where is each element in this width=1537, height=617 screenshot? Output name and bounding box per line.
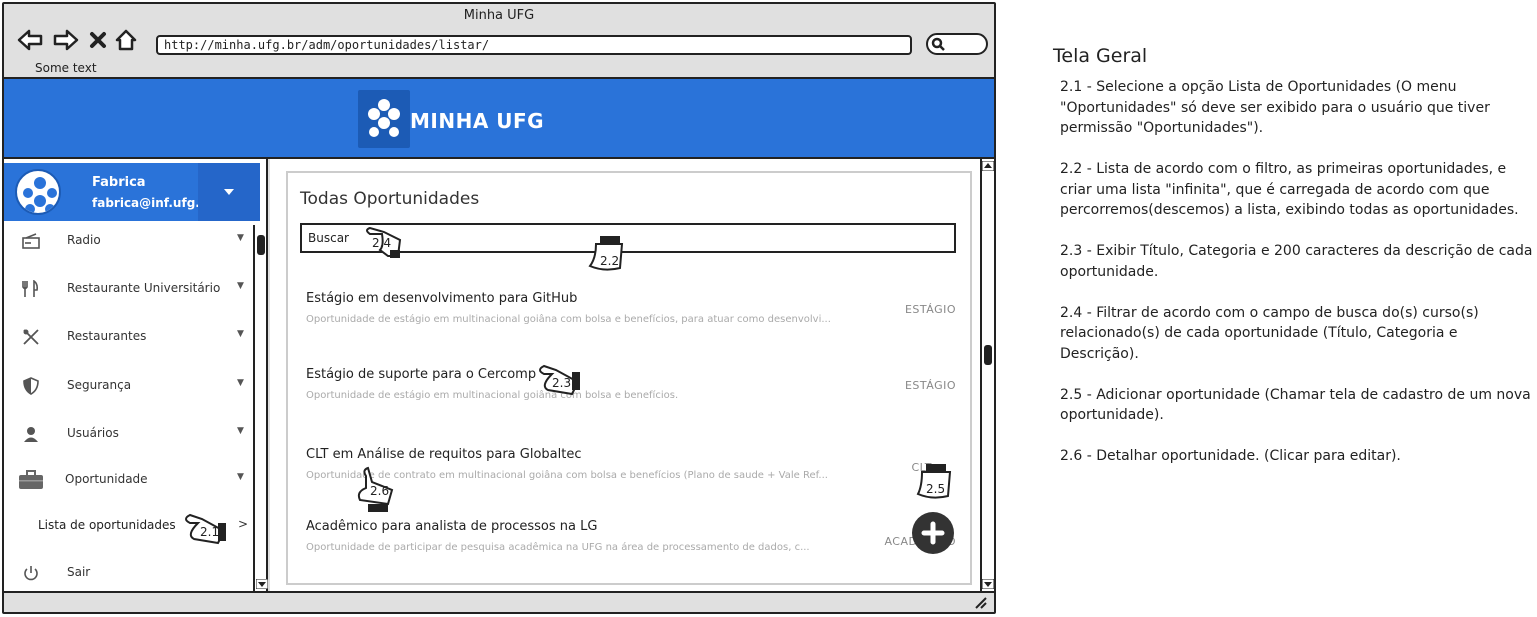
- scroll-up-icon: [982, 161, 994, 171]
- status-bar: [4, 591, 994, 612]
- note-paragraph: 2.2 - Lista de acordo com o filtro, as p…: [1060, 161, 1519, 218]
- chevron-down-icon: ▼: [237, 378, 244, 388]
- logo-icon: [358, 90, 410, 148]
- annotation-marker-2-2: 2.2: [582, 234, 624, 278]
- opportunity-description: Oportunidade de participar de pesquisa a…: [306, 542, 810, 553]
- annotation-marker-2-6: 2.6: [352, 466, 396, 518]
- marker-label: 2.1: [200, 525, 220, 539]
- scroll-thumb[interactable]: [984, 345, 992, 365]
- note-paragraph: 2.1 - Selecione a opção Lista de Oportun…: [1060, 79, 1490, 136]
- brand-title: MINHA UFG: [410, 109, 545, 133]
- search-icon: [931, 37, 945, 51]
- opportunity-title: Acadêmico para analista de processos na …: [306, 519, 598, 534]
- main-scrollbar[interactable]: [980, 159, 994, 591]
- back-icon[interactable]: [16, 26, 44, 54]
- opportunity-item[interactable]: Estágio em desenvolvimento para GitHub O…: [306, 291, 956, 325]
- opportunity-item[interactable]: CLT em Análise de requitos para Globalte…: [306, 447, 956, 481]
- chevron-down-icon: [224, 189, 234, 195]
- sidebar-item-label: Sair: [67, 565, 91, 579]
- marker-label: 2.4: [372, 236, 392, 250]
- marker-label: 2.5: [926, 482, 946, 496]
- chevron-down-icon: ▼: [237, 281, 244, 291]
- shield-icon: [20, 376, 42, 396]
- chevron-down-icon: ▼: [237, 472, 244, 482]
- browser-search-field[interactable]: [926, 33, 988, 55]
- note-paragraph: 2.5 - Adicionar oportunidade (Chamar tel…: [1060, 386, 1531, 424]
- fork-knife-icon: [20, 279, 42, 299]
- user-menu-button[interactable]: [198, 163, 260, 221]
- forward-icon[interactable]: [52, 26, 80, 54]
- nav-buttons: [16, 24, 140, 56]
- chevron-down-icon: ▼: [237, 233, 244, 243]
- opportunity-title: CLT em Análise de requitos para Globalte…: [306, 447, 582, 462]
- note-paragraph: 2.4 - Filtrar de acordo com o campo de b…: [1060, 304, 1479, 362]
- radio-icon: [20, 231, 42, 251]
- user-panel: Fabrica fabrica@inf.ufg.br: [4, 163, 260, 221]
- user-name: Fabrica: [92, 175, 146, 190]
- sidebar-subitem-lista-oportunidades[interactable]: Lista de oportunidades: [38, 518, 176, 532]
- scroll-down-icon: [982, 579, 994, 589]
- add-opportunity-button[interactable]: [912, 512, 954, 554]
- sidebar-item-label: Usuários: [67, 426, 119, 440]
- note-paragraph: 2.6 - Detalhar oportunidade. (Clicar par…: [1060, 448, 1401, 464]
- marker-label: 2.6: [370, 484, 390, 498]
- opportunity-item[interactable]: Estágio de suporte para o Cercomp Oportu…: [306, 367, 956, 401]
- user-email: fabrica@inf.ufg.br: [92, 196, 215, 210]
- opportunity-title: Estágio de suporte para o Cercomp: [306, 367, 537, 382]
- opportunity-description: Oportunidade de estágio em multinacional…: [306, 314, 831, 325]
- sidebar-item-sair[interactable]: Sair: [4, 553, 252, 593]
- close-icon[interactable]: [84, 26, 112, 54]
- app-header: MINHA UFG: [4, 77, 994, 159]
- resize-grip-icon: [975, 597, 987, 609]
- home-icon[interactable]: [112, 26, 140, 54]
- scroll-down-icon: [256, 579, 268, 589]
- browser-window: Minha UFG http://minha.ufg.br/adm/oportu…: [2, 2, 996, 614]
- note-paragraph: 2.3 - Exibir Título, Categoria e 200 car…: [1060, 243, 1533, 280]
- utensils-cross-icon: [20, 327, 42, 347]
- sidebar-item-restaurante-universitario[interactable]: Restaurante Universitário ▼: [4, 269, 252, 309]
- briefcase-icon: [18, 470, 44, 490]
- sidebar-item-label: Oportunidade: [65, 472, 148, 486]
- user-icon: [20, 424, 42, 444]
- sidebar-item-label: Restaurante Universitário: [67, 281, 221, 295]
- status-text: Some text: [35, 61, 97, 75]
- avatar: [15, 169, 61, 215]
- sidebar-item-oportunidade[interactable]: Oportunidade ▼: [4, 460, 252, 500]
- sidebar-item-label: Radio: [67, 233, 101, 247]
- chevron-right-icon: >: [238, 517, 249, 531]
- annotation-marker-2-5: 2.5: [910, 462, 954, 514]
- annotation-marker-2-3: 2.3: [534, 360, 584, 404]
- notes-heading: Tela Geral: [1053, 45, 1148, 67]
- marker-label: 2.2: [600, 254, 620, 268]
- marker-label: 2.3: [552, 376, 572, 390]
- page-title: Todas Oportunidades: [300, 189, 480, 209]
- sidebar-item-radio[interactable]: Radio ▼: [4, 221, 252, 261]
- chevron-down-icon: ▼: [237, 426, 244, 436]
- annotation-marker-2-4: 2.4: [364, 220, 404, 264]
- power-icon: [20, 563, 42, 583]
- annotation-marker-2-1: 2.1: [180, 509, 232, 553]
- plus-icon: [921, 521, 945, 545]
- opportunity-category: ESTÁGIO: [904, 303, 956, 316]
- sidebar-item-usuarios[interactable]: Usuários ▼: [4, 414, 252, 454]
- window-title: Minha UFG: [463, 8, 535, 23]
- chevron-down-icon: ▼: [237, 329, 244, 339]
- opportunity-category: ESTÁGIO: [904, 379, 956, 392]
- scroll-thumb[interactable]: [257, 235, 265, 255]
- sidebar-item-label: Restaurantes: [67, 329, 147, 343]
- opportunity-item[interactable]: Acadêmico para analista de processos na …: [306, 519, 956, 553]
- opportunity-title: Estágio em desenvolvimento para GitHub: [306, 291, 578, 306]
- url-field[interactable]: http://minha.ufg.br/adm/oportunidades/li…: [156, 35, 912, 55]
- notes-panel: Tela Geral 2.1 - Selecione a opção Lista…: [1053, 45, 1533, 487]
- sidebar-item-restaurantes[interactable]: Restaurantes ▼: [4, 317, 252, 357]
- sidebar-scrollbar[interactable]: [253, 225, 268, 591]
- opportunity-description: Oportunidade de estágio em multinacional…: [306, 390, 679, 401]
- sidebar-item-label: Segurança: [67, 378, 132, 392]
- sidebar-item-seguranca[interactable]: Segurança ▼: [4, 366, 252, 406]
